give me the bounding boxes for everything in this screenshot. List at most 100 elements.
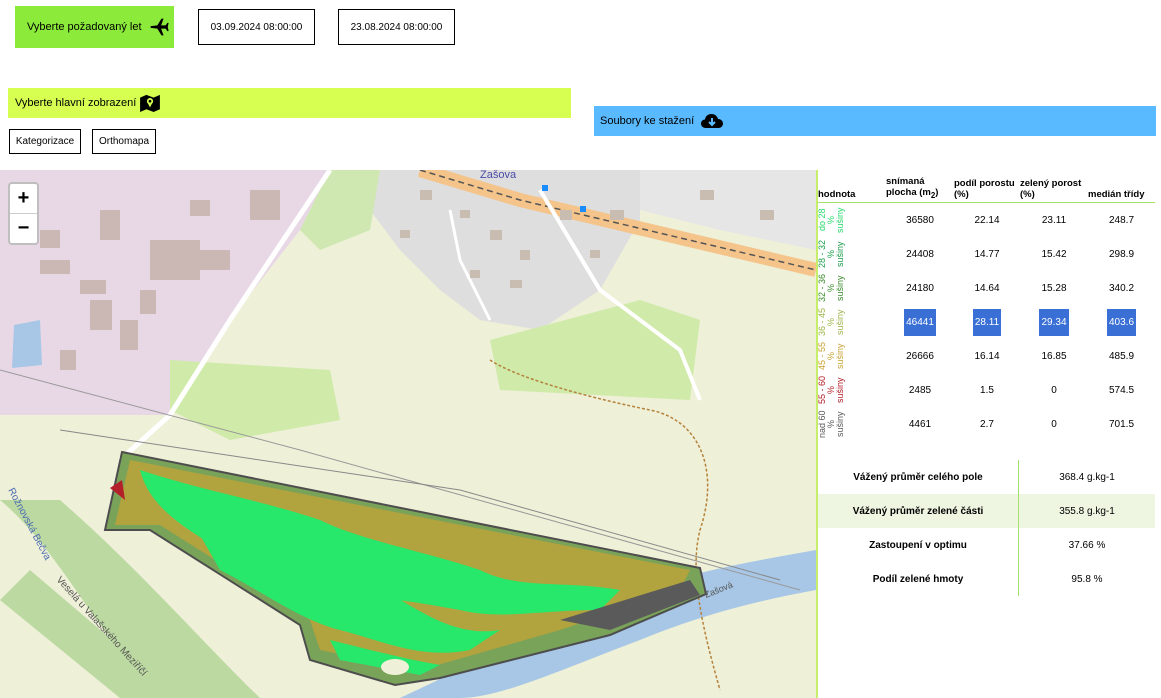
cell-median: 403.6 xyxy=(1088,305,1155,339)
cell-area-value: 36580 xyxy=(906,214,934,226)
cell-cover: 1.5 xyxy=(954,373,1020,407)
date-1-label: 03.09.2024 08:00:00 xyxy=(210,21,303,33)
cell-median-value: 403.6 xyxy=(1106,308,1137,336)
cell-area-value: 46441 xyxy=(904,308,936,336)
zoom-in-button[interactable]: + xyxy=(10,184,37,214)
summary-label: Zastoupení v optimu xyxy=(818,528,1019,562)
row-label-text: 36 - 45 % sušiny xyxy=(817,307,845,337)
cell-cover: 2.7 xyxy=(954,407,1020,441)
cell-median: 298.9 xyxy=(1088,237,1155,271)
row-label: 55 - 60 % sušiny xyxy=(817,373,886,407)
col-median: medián třídy xyxy=(1088,172,1155,203)
categorization-button[interactable]: Kategorizace xyxy=(9,129,81,154)
cell-area-value: 26666 xyxy=(906,350,934,362)
summary-row: Podíl zelené hmoty 95.8 % xyxy=(818,562,1155,596)
cell-green: 0 xyxy=(1020,373,1088,407)
date-select-1[interactable]: 03.09.2024 08:00:00 xyxy=(198,9,315,45)
row-label-text: 32 - 36 % sušiny xyxy=(817,273,845,303)
map-view[interactable]: Zašova Rožnovská Bečva Veselá u Valašské… xyxy=(0,170,816,698)
cell-green: 23.11 xyxy=(1020,203,1088,238)
cell-cover: 16.14 xyxy=(954,339,1020,373)
cell-area: 24180 xyxy=(886,271,954,305)
summary-label: Vážený průměr zelené části xyxy=(818,494,1019,528)
cell-cover-value: 2.7 xyxy=(980,418,994,430)
row-label-text: 45 - 55 % sušiny xyxy=(817,341,845,371)
cell-area: 36580 xyxy=(886,203,954,238)
summary-value: 95.8 % xyxy=(1071,573,1103,585)
cell-green-value: 23.11 xyxy=(1041,214,1067,226)
row-label-text: nad 60 % sušiny xyxy=(817,410,845,438)
cell-green-value: 29.34 xyxy=(1039,308,1069,336)
airplane-icon xyxy=(150,18,169,36)
row-label: 28 - 32 % sušiny xyxy=(817,237,886,271)
downloads-label: Soubory ke stažení xyxy=(600,115,695,127)
row-label-text: 28 - 32 % sušiny xyxy=(817,239,845,269)
summary-value: 37.66 % xyxy=(1068,539,1106,551)
cell-cover: 28.11 xyxy=(954,305,1020,339)
zoom-out-button[interactable]: − xyxy=(10,214,37,243)
cell-cover: 22.14 xyxy=(954,203,1020,238)
row-label: do 28 % sušiny xyxy=(817,203,886,238)
map-icon xyxy=(140,94,161,112)
cell-median-value: 574.5 xyxy=(1108,384,1135,396)
summary-value: 355.8 g.kg-1 xyxy=(1059,505,1115,517)
table-row: 28 - 32 % sušiny 24408 14.77 15.42 298.9 xyxy=(817,237,1155,271)
cell-area: 46441 xyxy=(886,305,954,339)
table-row: 32 - 36 % sušiny 24180 14.64 15.28 340.2 xyxy=(817,271,1155,305)
cell-median-value: 701.5 xyxy=(1108,418,1135,430)
orthomap-label: Orthomapa xyxy=(98,136,150,147)
row-label: 45 - 55 % sušiny xyxy=(817,339,886,373)
cell-cover-value: 28.11 xyxy=(972,308,1002,336)
row-label: nad 60 % sušiny xyxy=(817,407,886,441)
table-row: nad 60 % sušiny 4461 2.7 0 701.5 xyxy=(817,407,1155,441)
cell-green: 15.42 xyxy=(1020,237,1088,271)
cloud-download-icon xyxy=(701,114,724,128)
cell-median-value: 485.9 xyxy=(1108,350,1135,362)
summary-value: 368.4 g.kg-1 xyxy=(1059,471,1115,483)
cell-median-value: 340.2 xyxy=(1108,282,1135,294)
main-view-label: Vyberte hlavní zobrazení xyxy=(15,97,137,109)
cell-area: 26666 xyxy=(886,339,954,373)
cell-cover-value: 16.14 xyxy=(974,350,1000,362)
cell-area-value: 24408 xyxy=(906,248,934,260)
cell-green-value: 15.28 xyxy=(1041,282,1067,294)
table-row: 55 - 60 % sušiny 2485 1.5 0 574.5 xyxy=(817,373,1155,407)
cell-cover-value: 14.64 xyxy=(974,282,1000,294)
table-header-row: hodnota snímaná plocha (m2) podíl porostu… xyxy=(818,172,1155,203)
date-2-label: 23.08.2024 08:00:00 xyxy=(350,21,443,33)
col-green: zelený porost (%) xyxy=(1020,172,1088,203)
row-label-text: do 28 % sušiny xyxy=(817,207,845,233)
flight-select-label: Vyberte požadovaný let xyxy=(27,21,142,33)
cell-median-value: 298.9 xyxy=(1108,248,1135,260)
summary-label: Podíl zelené hmoty xyxy=(818,562,1019,596)
categorization-label: Kategorizace xyxy=(15,136,75,147)
downloads-bar[interactable]: Soubory ke stažení xyxy=(594,106,1156,136)
summary-row: Vážený průměr zelené části 355.8 g.kg-1 xyxy=(818,494,1155,528)
cell-median: 340.2 xyxy=(1088,271,1155,305)
orthomap-button[interactable]: Orthomapa xyxy=(92,129,156,154)
summary-row: Vážený průměr celého pole 368.4 g.kg-1 xyxy=(818,460,1155,494)
cell-median-value: 248.7 xyxy=(1108,214,1135,226)
cell-area: 2485 xyxy=(886,373,954,407)
cell-median: 701.5 xyxy=(1088,407,1155,441)
cell-green-value: 0 xyxy=(1051,384,1057,396)
row-label: 36 - 45 % sušiny xyxy=(817,305,886,339)
col-hodnota: hodnota xyxy=(818,172,886,203)
row-label: 32 - 36 % sušiny xyxy=(817,271,886,305)
zoom-control: + − xyxy=(8,182,39,245)
summary-label: Vážený průměr celého pole xyxy=(818,460,1019,494)
flight-select-button[interactable]: Vyberte požadovaný let xyxy=(15,6,174,48)
table-row: 45 - 55 % sušiny 26666 16.14 16.85 485.9 xyxy=(817,339,1155,373)
cell-cover: 14.77 xyxy=(954,237,1020,271)
cell-green-value: 0 xyxy=(1051,418,1057,430)
cell-area: 4461 xyxy=(886,407,954,441)
cell-area-value: 4461 xyxy=(908,418,932,430)
town-label: Zašova xyxy=(480,170,517,181)
cell-green: 16.85 xyxy=(1020,339,1088,373)
cell-cover: 14.64 xyxy=(954,271,1020,305)
date-select-2[interactable]: 23.08.2024 08:00:00 xyxy=(338,9,455,45)
col-area-close: ) xyxy=(935,187,939,199)
cell-area-value: 2485 xyxy=(908,384,932,396)
col-cover: podíl porostu (%) xyxy=(954,172,1020,203)
col-area-line1: snímaná xyxy=(886,176,925,188)
